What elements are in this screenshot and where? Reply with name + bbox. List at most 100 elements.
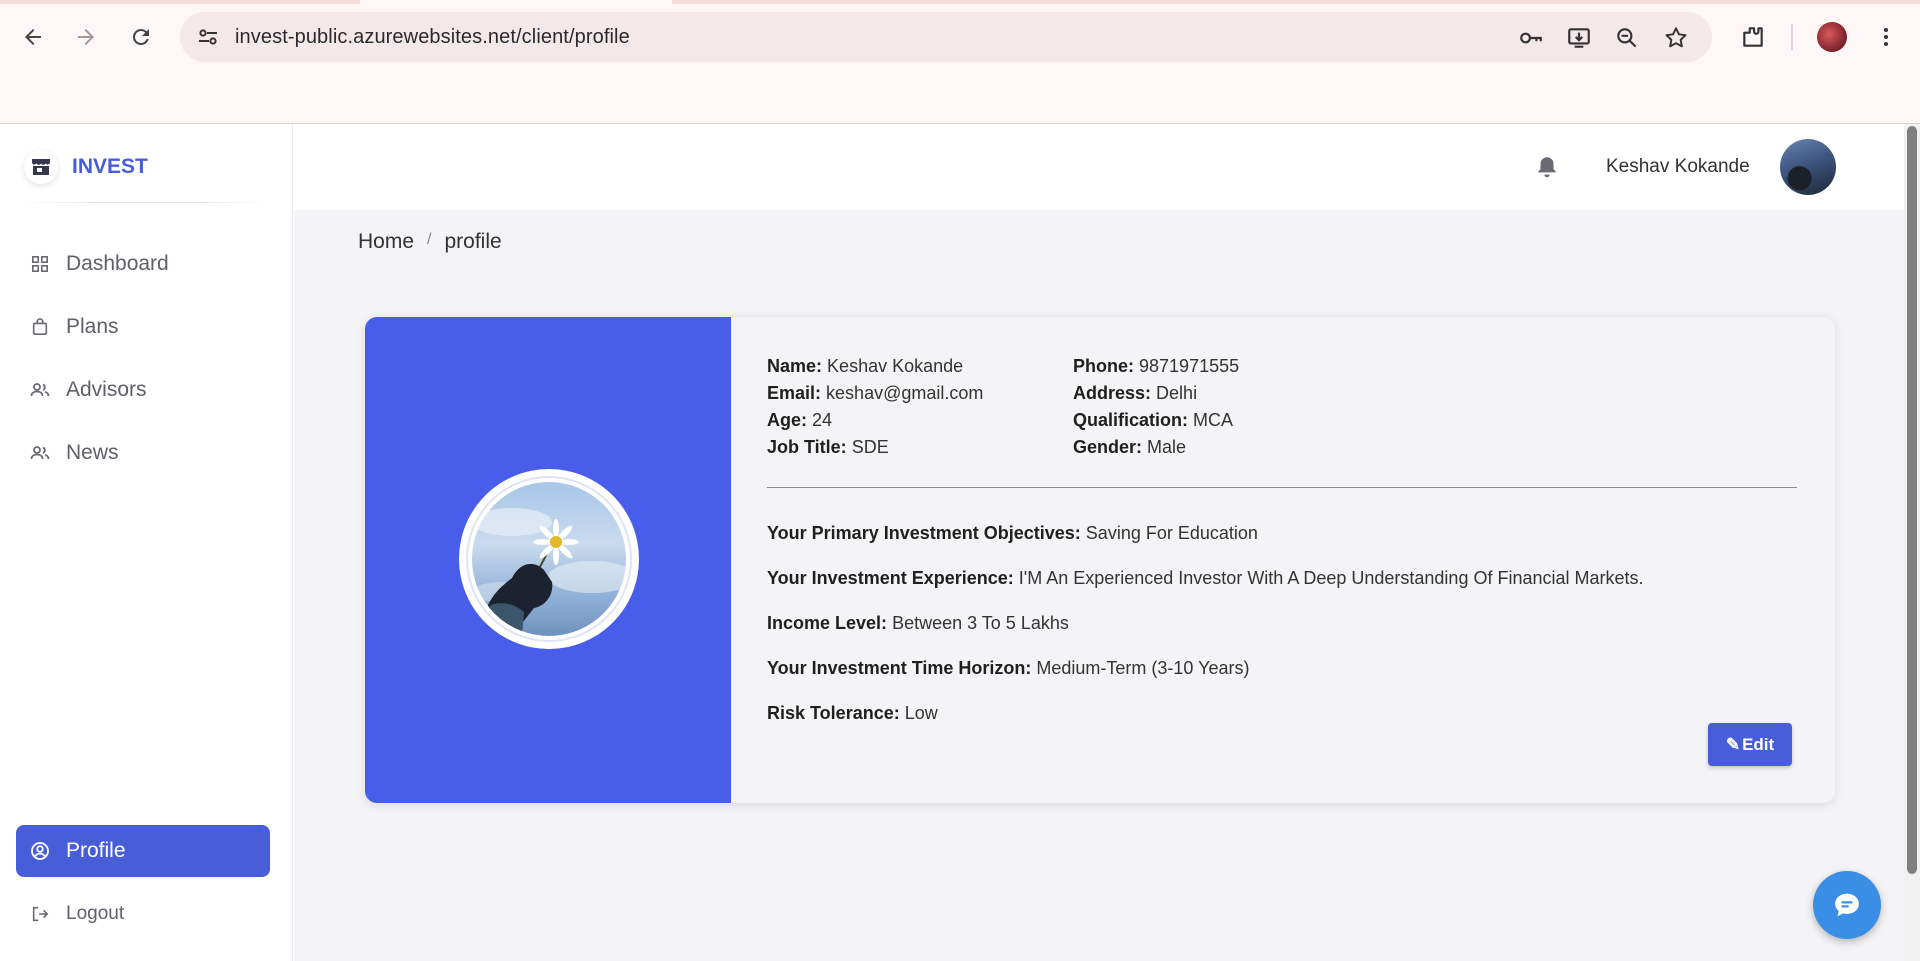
users-icon (30, 443, 50, 463)
bookmark-star-icon[interactable] (1663, 25, 1689, 51)
info-value: Between 3 To 5 Lakhs (892, 613, 1069, 633)
sidebar-item-news[interactable]: News (16, 427, 270, 479)
sidebar-item-label: Dashboard (66, 252, 169, 275)
chat-bubble-icon (1835, 893, 1859, 917)
info-label: Your Investment Time Horizon: (767, 658, 1032, 678)
forward-icon[interactable] (69, 20, 103, 54)
info-value: Male (1147, 437, 1187, 457)
brand-name: INVEST (72, 155, 148, 178)
info-row-gender: Gender: Male (1073, 434, 1239, 461)
sidebar-item-label: Advisors (66, 378, 147, 401)
info-value: Keshav Kokande (827, 356, 964, 376)
info-row-address: Address: Delhi (1073, 380, 1239, 407)
info-label: Qualification: (1073, 410, 1189, 430)
info-value: Delhi (1156, 383, 1198, 403)
info-label: Your Primary Investment Objectives: (767, 523, 1081, 543)
info-row-phone: Phone: 9871971555 (1073, 353, 1239, 380)
info-row-age: Age: 24 (767, 407, 983, 434)
sidebar-item-logout[interactable]: Logout (16, 888, 270, 940)
logout-icon (30, 904, 50, 924)
tab-strip-edge (0, 0, 1920, 4)
sidebar-item-label: Profile (66, 839, 126, 862)
pencil-icon: ✎ (1725, 734, 1741, 754)
investment-objectives: Your Primary Investment Objectives: Savi… (767, 523, 1258, 544)
sidebar-item-plans[interactable]: Plans (16, 301, 270, 353)
info-value: I'M An Experienced Investor With A Deep … (1018, 568, 1644, 588)
user-circle-icon (30, 841, 50, 861)
info-value: MCA (1193, 410, 1234, 430)
info-row-job-title: Job Title: SDE (767, 434, 983, 461)
users-icon (30, 380, 50, 400)
income-level: Income Level: Between 3 To 5 Lakhs (767, 613, 1069, 634)
profile-photo-frame (459, 469, 639, 649)
info-label: Gender: (1073, 437, 1143, 457)
extensions-icon[interactable] (1736, 20, 1770, 54)
edit-button[interactable]: ✎ Edit (1708, 723, 1792, 766)
more-menu-icon[interactable] (1869, 20, 1903, 54)
info-row-qualification: Qualification: MCA (1073, 407, 1239, 434)
info-label: Phone: (1073, 356, 1134, 376)
investment-time-horizon: Your Investment Time Horizon: Medium-Ter… (767, 658, 1249, 679)
edit-button-label: Edit (1742, 734, 1775, 754)
info-label: Risk Tolerance: (767, 703, 900, 723)
main-content: Keshav Kokande Home / profile Name: Kesh… (294, 124, 1904, 961)
info-row-email: Email: keshav@gmail.com (767, 380, 983, 407)
info-label: Email: (767, 383, 822, 403)
breadcrumb-home[interactable]: Home (358, 230, 414, 254)
profile-avatar[interactable] (1817, 22, 1847, 52)
info-label: Age: (767, 410, 807, 430)
info-label: Job Title: (767, 437, 847, 457)
section-divider (767, 487, 1797, 488)
zoom-icon[interactable] (1614, 25, 1640, 51)
site-settings-icon[interactable] (196, 25, 220, 49)
user-name[interactable]: Keshav Kokande (1606, 156, 1750, 178)
store-icon (24, 150, 58, 184)
browser-chrome: invest-public.azurewebsites.net/client/p… (0, 0, 1920, 124)
shopping-bag-icon (30, 317, 50, 337)
profile-details: Name: Keshav Kokande Email: keshav@gmail… (767, 317, 1799, 803)
password-key-icon[interactable] (1518, 25, 1544, 51)
top-bar: Keshav Kokande (294, 124, 1904, 210)
sidebar-item-advisors[interactable]: Advisors (16, 364, 270, 416)
sidebar-item-label: Logout (66, 903, 125, 924)
info-value: Low (904, 703, 938, 723)
install-app-icon[interactable] (1566, 25, 1592, 51)
bell-icon[interactable] (1534, 154, 1560, 180)
breadcrumb: Home / profile (358, 230, 502, 254)
profile-card: Name: Keshav Kokande Email: keshav@gmail… (365, 317, 1835, 803)
profile-photo-panel (365, 317, 731, 803)
sidebar-item-label: Plans (66, 315, 119, 338)
breadcrumb-current: profile (444, 230, 502, 253)
info-label: Name: (767, 356, 823, 376)
personal-info-right: Phone: 9871971555 Address: Delhi Qualifi… (1073, 353, 1239, 461)
sidebar: INVEST Dashboard Plans Advisors News Pro… (0, 124, 293, 961)
info-value: keshav@gmail.com (826, 383, 984, 403)
breadcrumb-separator: / (427, 231, 432, 248)
info-value: SDE (851, 437, 889, 457)
profile-photo (472, 482, 626, 636)
info-row-name: Name: Keshav Kokande (767, 353, 983, 380)
back-icon[interactable] (16, 20, 50, 54)
personal-info-left: Name: Keshav Kokande Email: keshav@gmail… (767, 353, 983, 461)
sidebar-item-label: News (66, 441, 119, 464)
sidebar-item-profile[interactable]: Profile (16, 825, 270, 877)
info-value: Saving For Education (1085, 523, 1258, 543)
info-label: Your Investment Experience: (767, 568, 1014, 588)
info-value: 24 (812, 410, 833, 430)
info-value: 9871971555 (1139, 356, 1240, 376)
scrollbar-thumb[interactable] (1907, 126, 1917, 874)
avatar[interactable] (1780, 139, 1836, 195)
risk-tolerance: Risk Tolerance: Low (767, 703, 938, 724)
sidebar-item-dashboard[interactable]: Dashboard (16, 238, 270, 290)
toolbar-divider (1791, 24, 1793, 50)
reload-icon[interactable] (124, 20, 158, 54)
grid-icon (30, 254, 50, 274)
chat-button[interactable] (1813, 871, 1881, 939)
info-label: Address: (1073, 383, 1152, 403)
info-value: Medium-Term (3-10 Years) (1036, 658, 1250, 678)
info-label: Income Level: (767, 613, 888, 633)
investment-experience: Your Investment Experience: I'M An Exper… (767, 568, 1644, 589)
url-text[interactable]: invest-public.azurewebsites.net/client/p… (235, 26, 630, 49)
address-bar[interactable]: invest-public.azurewebsites.net/client/p… (180, 12, 1712, 62)
brand[interactable]: INVEST (24, 150, 148, 184)
